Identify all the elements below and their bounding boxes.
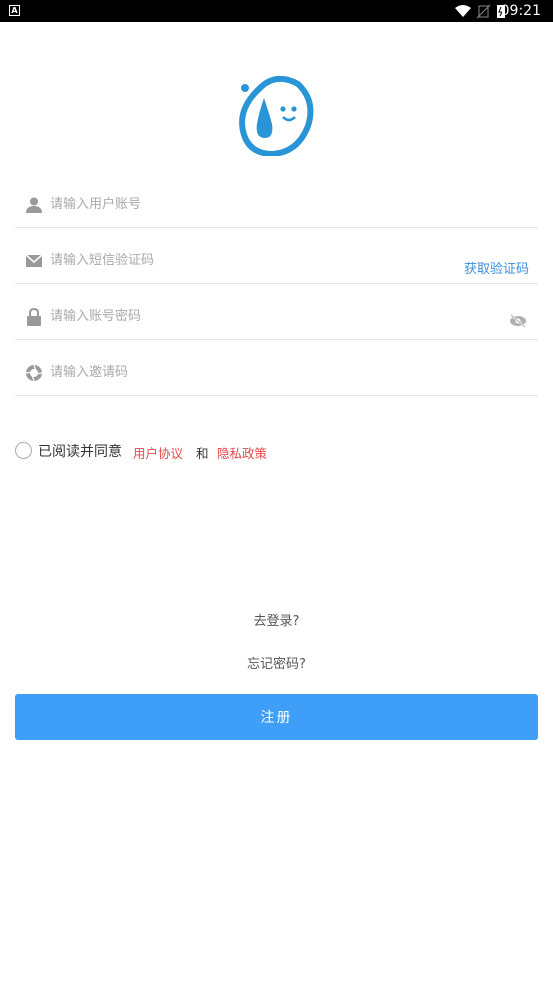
username-field [15,172,538,228]
agreement-prefix: 已阅读并同意 [38,444,122,460]
go-login-link[interactable]: 去登录? [0,610,553,629]
invite-field [15,340,538,396]
password-input[interactable] [50,306,450,328]
register-button[interactable]: 注册 [15,694,538,740]
sms-code-field: 获取验证码 [15,228,538,284]
get-code-button[interactable]: 获取验证码 [464,258,529,277]
eye-off-icon[interactable] [509,314,527,328]
username-input[interactable] [50,194,450,216]
mail-icon [25,254,43,267]
notification-icon: A [9,5,20,16]
app-logo [239,76,314,156]
password-field [15,284,538,340]
terms-link[interactable]: 用户协议 [133,443,183,462]
invite-input[interactable] [50,362,450,384]
user-icon [26,197,42,213]
agreement-and: 和 [196,446,209,461]
wifi-icon [455,5,471,17]
sms-code-input[interactable] [50,250,430,272]
status-bar: A 09:21 [0,0,553,22]
lock-icon [27,308,41,326]
privacy-link[interactable]: 隐私政策 [217,443,267,462]
agreement-checkbox[interactable] [15,442,32,459]
aperture-icon [25,364,43,382]
forgot-password-link[interactable]: 忘记密码? [0,653,553,672]
clock: 09:21 [500,3,541,19]
